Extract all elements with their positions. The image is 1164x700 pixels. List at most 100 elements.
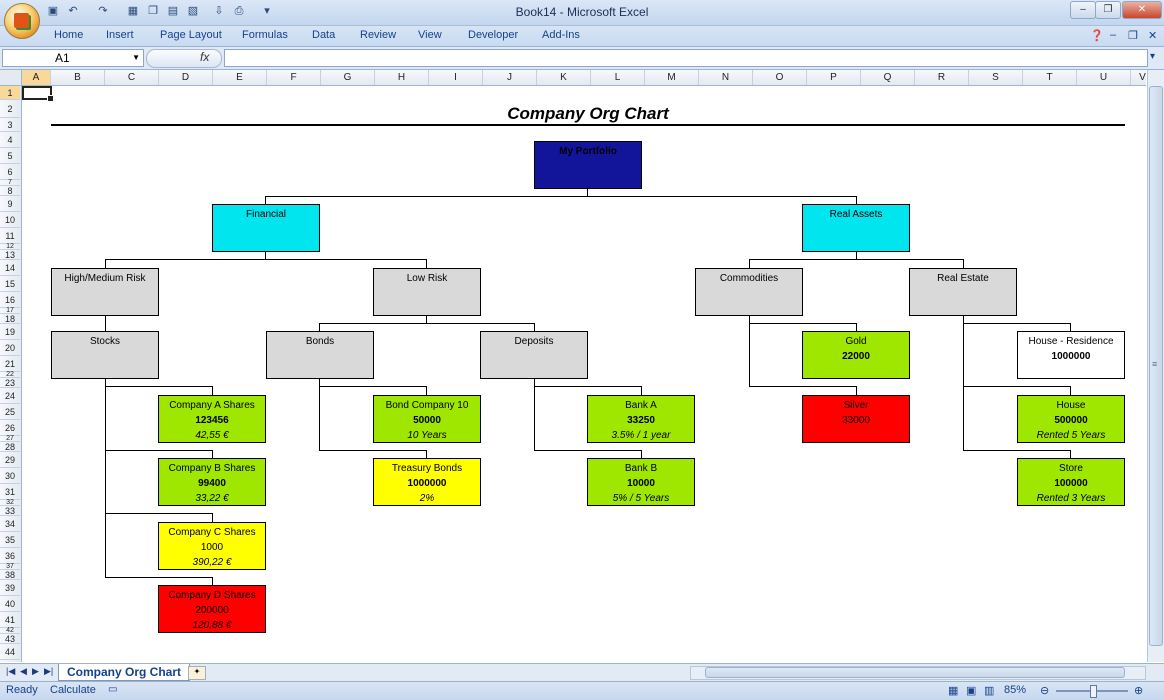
- row-header-39[interactable]: 39: [0, 580, 20, 596]
- tab-add-ins[interactable]: Add-Ins: [542, 29, 580, 41]
- row-header-18[interactable]: 18: [0, 314, 20, 324]
- next-sheet-icon[interactable]: ▶: [32, 666, 39, 677]
- horizontal-scroll-thumb[interactable]: [705, 667, 1125, 678]
- row-header-4[interactable]: 4: [0, 132, 20, 148]
- horizontal-scrollbar[interactable]: [690, 666, 1146, 680]
- zoom-level[interactable]: 85%: [1004, 684, 1026, 696]
- tab-home[interactable]: Home: [54, 29, 83, 41]
- column-header-q[interactable]: Q: [861, 70, 915, 85]
- column-header-k[interactable]: K: [537, 70, 591, 85]
- row-header-38[interactable]: 38: [0, 570, 20, 580]
- sheet-tab-company-org-chart[interactable]: Company Org Chart: [58, 664, 191, 681]
- tab-formulas[interactable]: Formulas: [242, 29, 288, 41]
- help-icon[interactable]: ❓: [1090, 29, 1104, 42]
- row-header-1[interactable]: 1: [0, 86, 20, 100]
- column-header-t[interactable]: T: [1023, 70, 1077, 85]
- row-header-6[interactable]: 6: [0, 164, 20, 180]
- zoom-out-icon[interactable]: ⊖: [1040, 684, 1049, 697]
- column-header-u[interactable]: U: [1077, 70, 1131, 85]
- tab-view[interactable]: View: [418, 29, 442, 41]
- column-header-c[interactable]: C: [105, 70, 159, 85]
- close-button[interactable]: ✕: [1122, 1, 1162, 19]
- worksheet[interactable]: Company Org Chart My Portfolio Financial…: [22, 86, 1146, 662]
- column-header-j[interactable]: J: [483, 70, 537, 85]
- row-header-41[interactable]: 41: [0, 612, 20, 628]
- macro-record-icon[interactable]: ▭: [108, 684, 117, 695]
- row-header-43[interactable]: 43: [0, 634, 20, 644]
- row-header-33[interactable]: 33: [0, 506, 20, 516]
- row-header-29[interactable]: 29: [0, 452, 20, 468]
- name-box[interactable]: A1 ▼: [2, 49, 144, 67]
- column-header-e[interactable]: E: [213, 70, 267, 85]
- column-header-d[interactable]: D: [159, 70, 213, 85]
- expand-formula-icon[interactable]: ▾: [1150, 51, 1155, 62]
- column-header-i[interactable]: I: [429, 70, 483, 85]
- selected-cell[interactable]: [22, 86, 54, 102]
- column-header-p[interactable]: P: [807, 70, 861, 85]
- formula-input[interactable]: [224, 49, 1148, 67]
- row-header-31[interactable]: 31: [0, 484, 20, 500]
- column-header-b[interactable]: B: [51, 70, 105, 85]
- row-header-11[interactable]: 11: [0, 228, 20, 244]
- column-header-s[interactable]: S: [969, 70, 1023, 85]
- row-header-24[interactable]: 24: [0, 388, 20, 404]
- chevron-down-icon[interactable]: ▼: [132, 50, 140, 66]
- column-header-f[interactable]: F: [267, 70, 321, 85]
- tab-insert[interactable]: Insert: [106, 29, 134, 41]
- row-header-23[interactable]: 23: [0, 378, 20, 388]
- row-header-8[interactable]: 8: [0, 186, 20, 196]
- status-calculate[interactable]: Calculate: [50, 684, 96, 696]
- minimize-button[interactable]: –: [1070, 1, 1096, 19]
- column-header-n[interactable]: N: [699, 70, 753, 85]
- column-header-l[interactable]: L: [591, 70, 645, 85]
- first-sheet-icon[interactable]: |◀: [6, 666, 15, 677]
- row-header-2[interactable]: 2: [0, 100, 20, 118]
- ribbon-close-icon[interactable]: ✕: [1148, 29, 1157, 42]
- column-header-o[interactable]: O: [753, 70, 807, 85]
- prev-sheet-icon[interactable]: ◀: [20, 666, 27, 677]
- row-header-13[interactable]: 13: [0, 250, 20, 260]
- row-header-36[interactable]: 36: [0, 548, 20, 564]
- row-header-3[interactable]: 3: [0, 118, 20, 132]
- column-header-g[interactable]: G: [321, 70, 375, 85]
- maximize-button[interactable]: ❐: [1095, 1, 1121, 19]
- column-header-h[interactable]: H: [375, 70, 429, 85]
- row-header-25[interactable]: 25: [0, 404, 20, 420]
- row-header-19[interactable]: 19: [0, 324, 20, 340]
- tab-page-layout[interactable]: Page Layout: [160, 29, 222, 41]
- column-header-r[interactable]: R: [915, 70, 969, 85]
- row-header-20[interactable]: 20: [0, 340, 20, 356]
- column-header-m[interactable]: M: [645, 70, 699, 85]
- row-header-5[interactable]: 5: [0, 148, 20, 164]
- select-all-button[interactable]: [0, 70, 22, 85]
- insert-function-icon[interactable]: fx: [200, 50, 209, 64]
- vertical-scrollbar[interactable]: [1147, 70, 1164, 662]
- row-header-14[interactable]: 14: [0, 260, 20, 276]
- office-button[interactable]: [4, 3, 40, 39]
- page-layout-view-icon[interactable]: ▣: [966, 684, 976, 697]
- column-header-a[interactable]: A: [22, 70, 51, 85]
- row-header-16[interactable]: 16: [0, 292, 20, 308]
- row-header-34[interactable]: 34: [0, 516, 20, 532]
- row-header-15[interactable]: 15: [0, 276, 20, 292]
- page-break-view-icon[interactable]: ▥: [984, 684, 994, 697]
- row-header-10[interactable]: 10: [0, 212, 20, 228]
- insert-sheet-icon[interactable]: ✦: [188, 666, 206, 680]
- normal-view-icon[interactable]: ▦: [948, 684, 958, 697]
- tab-developer[interactable]: Developer: [468, 29, 518, 41]
- row-header-35[interactable]: 35: [0, 532, 20, 548]
- row-header-9[interactable]: 9: [0, 196, 20, 212]
- row-header-26[interactable]: 26: [0, 420, 20, 436]
- row-header-44[interactable]: 44: [0, 644, 20, 660]
- tab-review[interactable]: Review: [360, 29, 396, 41]
- row-header-21[interactable]: 21: [0, 356, 20, 372]
- zoom-in-icon[interactable]: ⊕: [1134, 684, 1143, 697]
- row-header-40[interactable]: 40: [0, 596, 20, 612]
- tab-data[interactable]: Data: [312, 29, 335, 41]
- row-header-28[interactable]: 28: [0, 442, 20, 452]
- row-header-30[interactable]: 30: [0, 468, 20, 484]
- zoom-slider-thumb[interactable]: [1090, 685, 1097, 698]
- vertical-scroll-thumb[interactable]: [1149, 86, 1163, 646]
- last-sheet-icon[interactable]: ▶|: [44, 666, 53, 677]
- ribbon-restore-icon[interactable]: ❐: [1128, 29, 1138, 42]
